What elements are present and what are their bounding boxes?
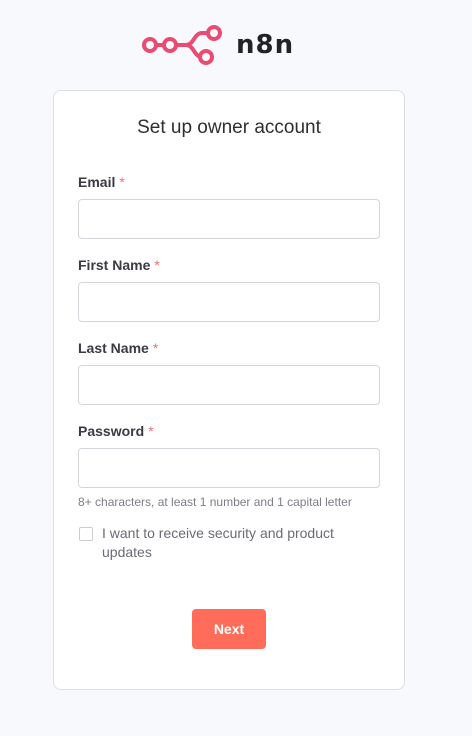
required-marker: * [148,423,154,439]
required-marker: * [152,340,159,356]
required-marker: * [119,174,125,190]
first-name-label: First Name * [78,257,160,273]
email-input[interactable] [78,199,380,239]
password-label-text: Password [78,423,145,439]
first-name-label-text: First Name [78,257,151,273]
email-label: Email * [78,174,125,190]
password-input[interactable] [78,448,380,488]
password-hint: 8+ characters, at least 1 number and 1 c… [78,495,352,509]
last-name-label: Last Name * [78,340,158,356]
last-name-input[interactable] [78,365,380,405]
first-name-input[interactable] [78,282,380,322]
password-label: Password * [78,423,154,439]
next-button[interactable]: Next [192,609,266,649]
email-label-text: Email [78,174,116,190]
brand-name: n8n [236,30,295,60]
setup-owner-card: Set up owner account Email * First Name * … [53,90,405,690]
n8n-nodes-logo-icon [142,25,222,65]
last-name-label-text: Last Name [78,340,149,356]
card-title: Set up owner account [137,117,321,138]
updates-checkbox-label[interactable]: I want to receive security and product u… [102,524,372,562]
required-marker: * [154,257,160,273]
n8n-logo: n8n [142,22,302,68]
updates-checkbox[interactable] [79,527,93,541]
